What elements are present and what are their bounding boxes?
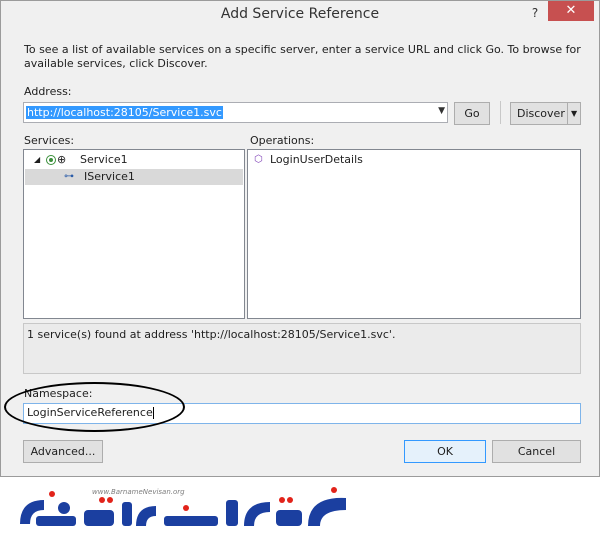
discover-button-label: Discover (517, 107, 565, 120)
operation-label: LoginUserDetails (270, 153, 363, 166)
window-title: Add Service Reference (220, 6, 380, 22)
separator (500, 101, 501, 124)
tree-item-label: Service1 (80, 153, 128, 166)
intro-text: To see a list of available services on a… (24, 43, 581, 70)
services-tree[interactable]: ◢ ⊕ Service1 ⊶ IService1 (23, 149, 245, 319)
title-bar: Add Service Reference ? ✕ (1, 1, 599, 28)
go-button[interactable]: Go (454, 102, 490, 125)
interface-icon: ⊶ (64, 171, 74, 182)
chevron-down-icon[interactable]: ▼ (438, 106, 445, 116)
address-combobox[interactable]: http://localhost:28105/Service1.svc ▼ (23, 102, 448, 123)
barnamenevisan-logo (20, 487, 346, 526)
caret-down-icon[interactable]: ▼ (571, 103, 577, 124)
highlight-ellipse (4, 382, 185, 432)
tree-item-iservice1[interactable]: ⊶ IService1 (25, 169, 243, 185)
address-label: Address: (24, 85, 72, 98)
globe-icon: ⊕ (57, 153, 67, 166)
split-divider (567, 103, 568, 124)
address-input-value[interactable]: http://localhost:28105/Service1.svc (26, 106, 223, 119)
operations-list[interactable]: ⬡ LoginUserDetails (247, 149, 581, 319)
status-message: 1 service(s) found at address 'http://lo… (23, 323, 581, 374)
cancel-button[interactable]: Cancel (492, 440, 581, 463)
expand-triangle-icon[interactable]: ◢ (34, 152, 40, 168)
ok-button[interactable]: OK (404, 440, 486, 463)
service-status-icon (46, 155, 56, 165)
operations-label: Operations: (250, 134, 315, 147)
services-label: Services: (24, 134, 75, 147)
help-button[interactable]: ? (527, 6, 543, 22)
advanced-button[interactable]: Advanced... (23, 440, 103, 463)
discover-button[interactable]: Discover ▼ (510, 102, 581, 125)
add-service-reference-dialog: Add Service Reference ? ✕ To see a list … (0, 0, 600, 477)
method-cube-icon: ⬡ (254, 154, 263, 165)
tree-item-label: IService1 (84, 170, 135, 183)
close-button[interactable]: ✕ (548, 1, 594, 21)
